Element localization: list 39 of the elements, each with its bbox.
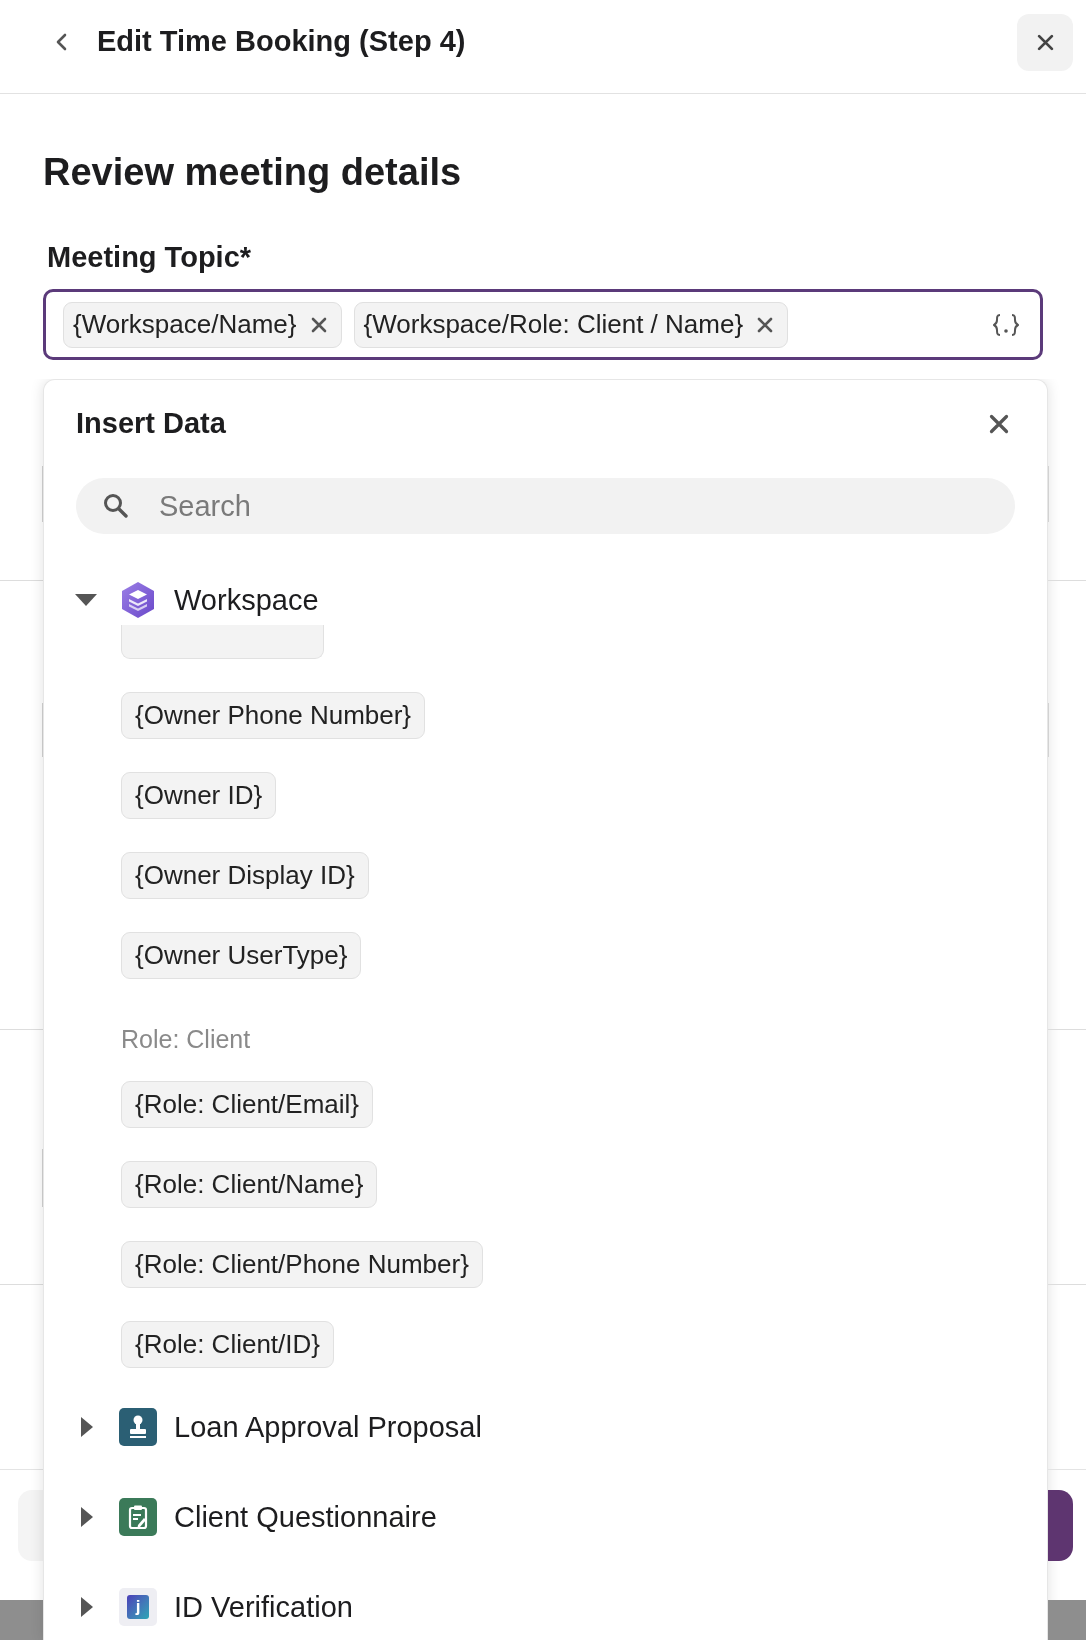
tree-item-label[interactable]: Loan Approval Proposal [174, 1409, 482, 1445]
close-icon [1036, 33, 1054, 51]
variable-chip[interactable]: {Owner ID} [121, 772, 277, 819]
search-field[interactable]: Search [76, 478, 1015, 534]
header-title: Edit Time Booking (Step 4) [97, 24, 466, 60]
variable-chip[interactable]: {Owner Phone Number} [121, 692, 426, 739]
group-heading: Role: Client [121, 1024, 251, 1054]
braces-icon[interactable] [993, 313, 1019, 336]
caret-right-icon[interactable] [80, 1596, 94, 1618]
variable-chip[interactable]: {Role: Client/Name} [121, 1161, 378, 1208]
variable-chip[interactable]: {Role: Client/ID} [121, 1321, 334, 1368]
token-chip[interactable]: {Workspace/Role: Client / Name} [353, 301, 789, 348]
panel-title: Insert Data [76, 406, 226, 442]
bottom-bar [0, 1600, 43, 1640]
variable-chip[interactable]: {Role: Client/Phone Number} [121, 1241, 483, 1288]
caret-down-icon[interactable] [74, 593, 98, 607]
tree-item-label[interactable]: Client Questionnaire [174, 1499, 437, 1535]
remove-icon[interactable] [310, 316, 327, 333]
field-label: Meeting Topic* [47, 240, 252, 274]
search-icon [103, 493, 129, 519]
clipboard-icon [119, 1498, 157, 1536]
letter-tile-icon: j [119, 1588, 157, 1626]
topic-input-field[interactable]: {Workspace/Name} {Workspace/Role: Client / Name} [43, 289, 1043, 360]
close-icon[interactable] [989, 414, 1009, 434]
tree-item-label[interactable]: ID Verification [174, 1589, 353, 1625]
variable-chip[interactable]: {Role: Client/Email} [121, 1081, 373, 1128]
variable-chip[interactable]: {Owner UserType} [121, 932, 362, 979]
caret-right-icon[interactable] [80, 1506, 94, 1528]
remove-icon[interactable] [757, 316, 774, 333]
tree-item-label[interactable]: Workspace [174, 582, 319, 618]
token-chip[interactable]: {Workspace/Name} [63, 301, 342, 348]
close-button[interactable] [1017, 13, 1073, 71]
stamp-icon [119, 1408, 157, 1446]
variable-chip[interactable]: {Owner Display ID} [121, 852, 369, 899]
footer-button[interactable] [1048, 1490, 1073, 1561]
caret-right-icon[interactable] [80, 1416, 94, 1438]
layers-hexagon-icon [119, 581, 157, 619]
page-heading: Review meeting details [43, 150, 462, 195]
bottom-bar [1048, 1600, 1086, 1640]
